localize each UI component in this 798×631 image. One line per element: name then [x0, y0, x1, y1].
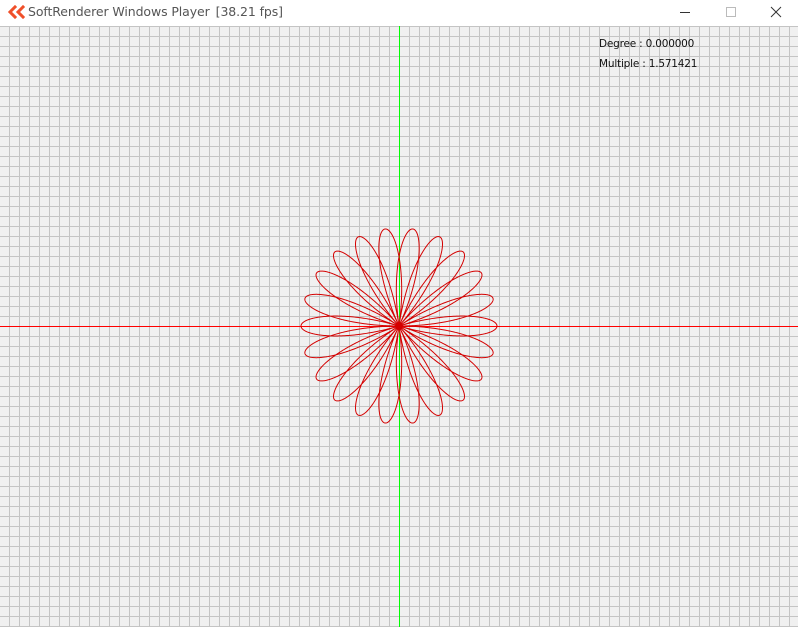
- window-title-label: SoftRenderer Windows Player: [28, 4, 210, 19]
- maximize-button[interactable]: [708, 0, 754, 24]
- close-button[interactable]: [753, 0, 798, 24]
- render-viewport[interactable]: [0, 26, 798, 627]
- fps-counter: [38.21 fps]: [215, 4, 283, 19]
- multiple-readout: Multiple : 1.571421: [599, 58, 698, 70]
- window-title: SoftRenderer Windows Player [38.21 fps]: [28, 4, 283, 19]
- softrenderer-logo-icon: [7, 5, 25, 19]
- app-window: SoftRenderer Windows Player [38.21 fps]: [0, 0, 798, 627]
- minimize-button[interactable]: [662, 0, 708, 24]
- render-canvas: [0, 26, 798, 627]
- title-bar[interactable]: SoftRenderer Windows Player [38.21 fps]: [0, 0, 798, 26]
- minimize-icon: [680, 12, 690, 13]
- close-icon: [770, 6, 782, 18]
- maximize-icon: [726, 7, 736, 17]
- degree-readout: Degree : 0.000000: [599, 38, 695, 50]
